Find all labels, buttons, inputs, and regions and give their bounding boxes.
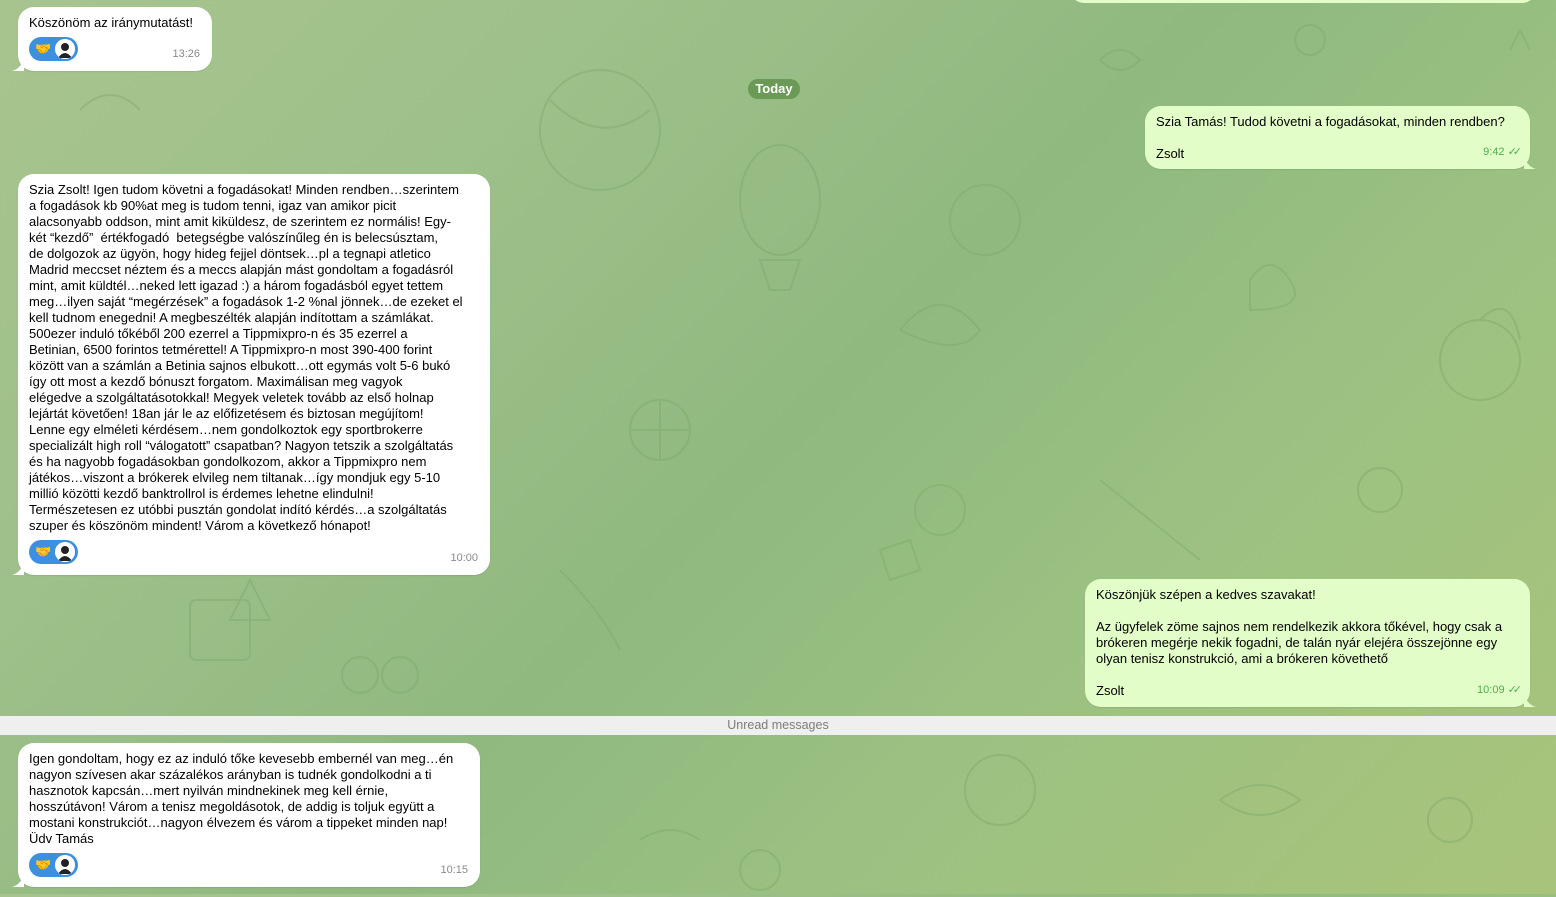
- message-text: Köszönöm az iránymutatást!: [29, 15, 194, 30]
- user-avatar-icon: [55, 542, 76, 562]
- bubble-tail: [12, 563, 24, 575]
- outgoing-message[interactable]: Szia Tamás! Tudod követni a fogadásokat,…: [1145, 106, 1536, 169]
- user-avatar-icon: [55, 39, 76, 59]
- handshake-icon: 🤝: [35, 857, 52, 872]
- incoming-message[interactable]: Igen gondoltam, hogy ez az induló tőke k…: [12, 743, 480, 887]
- bubble-tail: [1524, 695, 1536, 707]
- message-time: 10:15: [440, 864, 468, 876]
- handshake-icon: 🤝: [35, 41, 52, 56]
- reaction-badge[interactable]: 🤝: [29, 37, 79, 61]
- message-time: 13:26: [172, 48, 200, 60]
- reaction-badge[interactable]: 🤝: [29, 853, 79, 877]
- date-separator: Today: [748, 79, 800, 99]
- reaction-badge[interactable]: 🤝: [29, 540, 79, 564]
- outgoing-message[interactable]: Köszönjük szépen a kedves szavakat! Az ü…: [1085, 579, 1536, 707]
- message-text: Köszönjük szépen a kedves szavakat! Az ü…: [1096, 587, 1503, 698]
- bubble-tail: [12, 59, 24, 71]
- user-avatar-icon: [55, 855, 76, 875]
- unread-messages-divider: Unread messages: [0, 716, 1556, 735]
- bubble-tail: [12, 875, 24, 887]
- message-time: 9:42 ✓✓: [1483, 146, 1523, 158]
- double-check-icon: ✓✓: [1507, 684, 1523, 696]
- message-text: Igen gondoltam, hogy ez az induló tőke k…: [29, 751, 454, 846]
- bubble-tail: [1524, 157, 1536, 169]
- incoming-message[interactable]: Szia Zsolt! Igen tudom követni a fogadás…: [12, 174, 490, 575]
- incoming-message[interactable]: Köszönöm az iránymutatást! 🤝 13:26: [12, 7, 212, 71]
- double-check-icon: ✓✓: [1507, 146, 1523, 158]
- message-time: 10:00: [450, 552, 478, 564]
- message-time: 10:09 ✓✓: [1477, 684, 1523, 696]
- previous-outgoing-bubble: [1070, 0, 1536, 3]
- handshake-icon: 🤝: [35, 544, 52, 559]
- message-text: Szia Tamás! Tudod követni a fogadásokat,…: [1156, 114, 1505, 161]
- message-text: Szia Zsolt! Igen tudom követni a fogadás…: [29, 182, 463, 533]
